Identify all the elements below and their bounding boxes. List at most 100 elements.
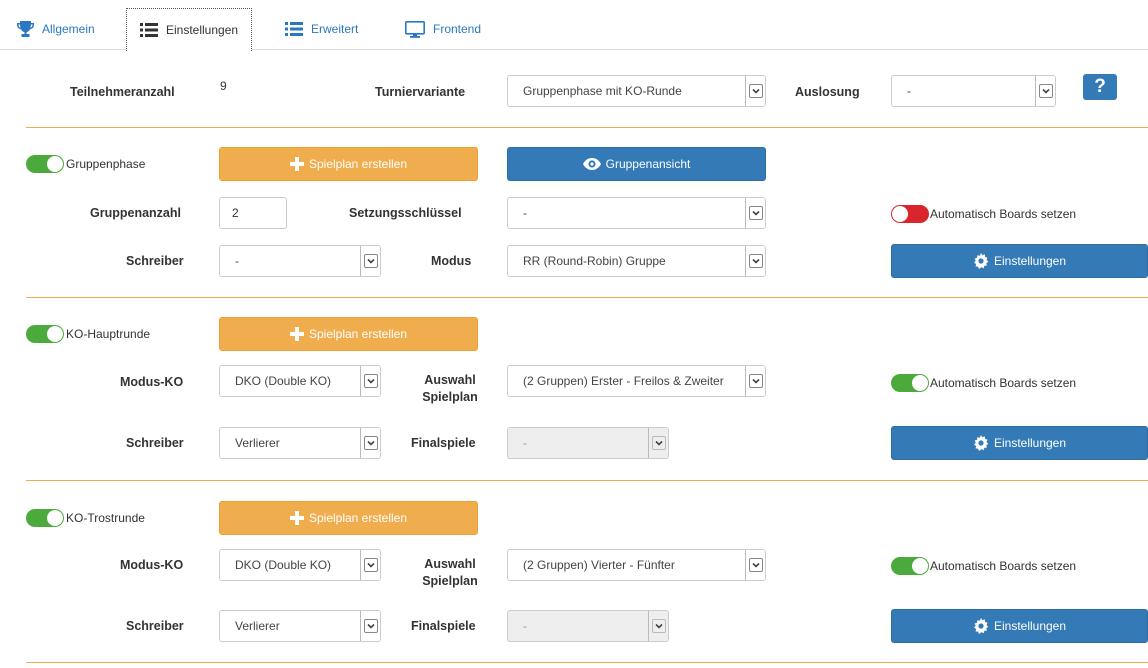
ko-consolation-mode-value: DKO (Double KO) [235,558,332,572]
ko-consolation-plan-value: (2 Gruppen) Vierter - Fünfter [523,558,675,572]
trophy-icon [17,21,34,37]
ko-main-finals-select: - [507,427,669,459]
ko-main-toggle[interactable] [26,325,64,343]
seeding-label: Setzungsschlüssel [349,206,462,220]
chevron-down-icon [745,198,765,228]
group-mode-label: Modus [431,254,472,268]
section-divider [26,480,1148,481]
toggle-knob [47,510,63,526]
chevron-down-icon [745,550,765,580]
ko-main-writer-value: Verlierer [235,436,280,450]
ko-consolation-plan-select[interactable]: (2 Gruppen) Vierter - Fünfter [507,549,766,581]
ko-main-mode-label: Modus-KO [120,375,184,389]
group-settings-button[interactable]: Einstellungen [891,244,1148,278]
toggle-knob [47,156,63,172]
button-label: Einstellungen [993,619,1067,633]
chevron-down-icon [745,366,765,396]
chevron-down-icon [648,428,668,458]
group-count-input[interactable]: 2 [219,197,287,229]
ko-main-settings-button[interactable]: Einstellungen [891,426,1148,460]
tab-label: Frontend [433,22,482,36]
group-count-label: Gruppenanzahl [90,206,181,220]
ko-main-mode-value: DKO (Double KO) [235,374,332,388]
variant-value: Gruppenphase mit KO-Runde [523,84,682,98]
ko-consolation-finals-label: Finalspiele [411,619,476,633]
ko-consolation-auto-boards-toggle[interactable] [891,557,929,575]
button-label: Einstellungen [993,436,1067,450]
ko-main-auto-boards-label: Automatisch Boards setzen [930,376,1077,390]
seeding-value: - [523,206,527,220]
chevron-down-icon [745,76,765,106]
group-writer-value: - [235,254,239,268]
draw-value: - [907,84,911,98]
ko-consolation-writer-label: Schreiber [126,619,184,633]
chevron-down-icon [648,611,668,641]
chevron-down-icon [360,611,380,641]
ko-main-auto-boards-toggle[interactable] [891,374,929,392]
ko-consolation-label: KO-Trostrunde [66,511,145,525]
group-mode-select[interactable]: RR (Round-Robin) Gruppe [507,245,766,277]
chevron-down-icon [360,428,380,458]
tab-label: Allgemein [42,22,95,36]
ko-main-finals-value: - [523,436,527,450]
ko-consolation-writer-select[interactable]: Verlierer [219,610,381,642]
chevron-down-icon [745,246,765,276]
group-auto-boards-label: Automatisch Boards setzen [930,207,1077,221]
button-label: Spielplan erstellen [308,327,408,341]
section-divider [26,662,1148,663]
toggle-knob [912,558,928,574]
ko-main-mode-select[interactable]: DKO (Double KO) [219,365,381,397]
ko-consolation-finals-value: - [523,619,527,633]
ko-consolation-mode-select[interactable]: DKO (Double KO) [219,549,381,581]
ko-main-plan-label: Auswahl Spielplan [422,373,478,404]
variant-select[interactable]: Gruppenphase mit KO-Runde [507,75,766,107]
tab-erweitert[interactable]: Erweitert [285,8,358,50]
plus-icon [290,327,304,341]
ko-consolation-mode-label: Modus-KO [120,558,184,572]
ko-consolation-plan-label: Auswahl Spielplan [422,557,478,588]
chevron-down-icon [360,366,380,396]
participants-value: 9 [220,79,227,93]
variant-label: Turniervariante [375,85,466,99]
list-icon [140,23,158,37]
group-phase-label: Gruppenphase [66,157,146,171]
chevron-down-icon [360,550,380,580]
ko-main-finals-label: Finalspiele [411,436,476,450]
tab-einstellungen[interactable]: Einstellungen [126,8,253,51]
monitor-icon [405,20,425,38]
ko-main-label: KO-Hauptrunde [66,327,151,341]
help-button[interactable]: ? [1083,74,1117,100]
group-count-value: 2 [232,206,239,220]
ko-consolation-toggle[interactable] [26,509,64,527]
ko-main-plan-value: (2 Gruppen) Erster - Freilos & Zweiter [523,374,724,388]
section-divider [26,127,1148,128]
group-writer-label: Schreiber [126,254,184,268]
draw-label: Auslosung [795,85,860,99]
seeding-select[interactable]: - [507,197,766,229]
tab-allgemein[interactable]: Allgemein [17,8,95,50]
ko-consolation-create-schedule-button[interactable]: Spielplan erstellen [219,501,478,535]
group-create-schedule-button[interactable]: Spielplan erstellen [219,147,478,181]
group-view-button[interactable]: Gruppenansicht [507,147,766,181]
toggle-knob [892,206,908,222]
toggle-knob [47,326,63,342]
ko-consolation-auto-boards-label: Automatisch Boards setzen [930,559,1077,573]
group-writer-select[interactable]: - [219,245,381,277]
ko-main-create-schedule-button[interactable]: Spielplan erstellen [219,317,478,351]
draw-select[interactable]: - [891,75,1056,107]
group-auto-boards-toggle[interactable] [891,205,929,223]
ko-consolation-settings-button[interactable]: Einstellungen [891,609,1148,643]
gear-icon [973,435,989,451]
ko-consolation-finals-select: - [507,610,669,642]
tab-label: Erweitert [311,22,359,36]
eye-icon [583,158,601,170]
ko-main-plan-select[interactable]: (2 Gruppen) Erster - Freilos & Zweiter [507,365,766,397]
ko-main-writer-select[interactable]: Verlierer [219,427,381,459]
participants-label: Teilnehmeranzahl [70,85,175,99]
chevron-down-icon [1035,76,1055,106]
ko-consolation-writer-value: Verlierer [235,619,280,633]
group-phase-toggle[interactable] [26,155,64,173]
toggle-knob [912,375,928,391]
button-label: Einstellungen [993,254,1067,268]
tab-frontend[interactable]: Frontend [405,8,481,50]
